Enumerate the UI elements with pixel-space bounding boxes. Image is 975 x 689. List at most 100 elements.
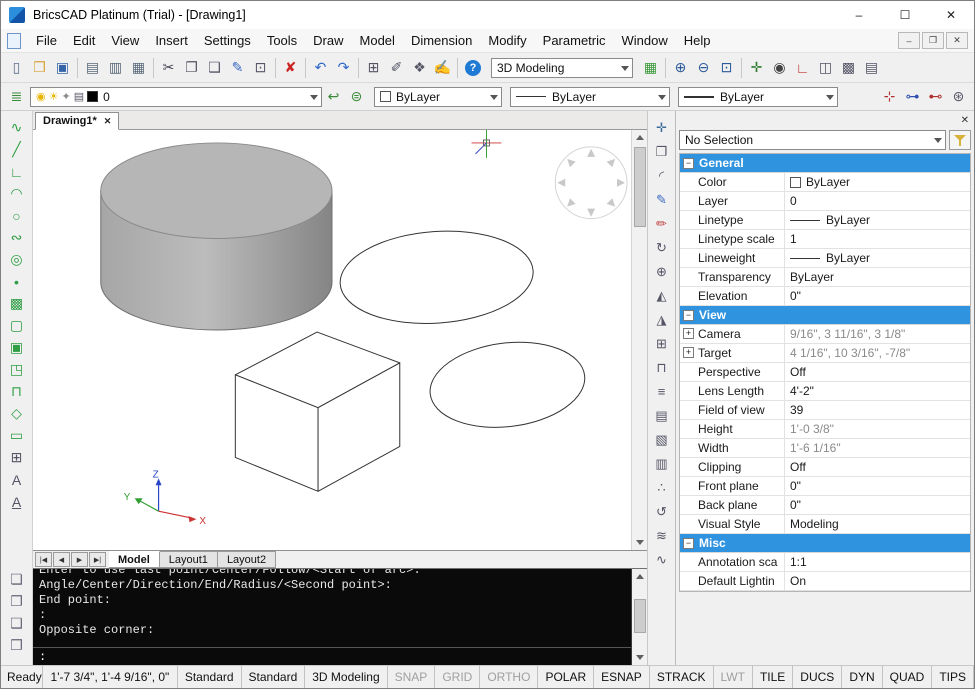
new-icon[interactable]: ▯: [5, 57, 28, 79]
property-value[interactable]: 4'-2": [785, 382, 970, 400]
menu-parametric[interactable]: Parametric: [535, 30, 614, 51]
layer-states-icon[interactable]: ⊜: [345, 86, 368, 108]
edit-red-icon[interactable]: ✏: [648, 215, 675, 232]
xref-icon[interactable]: ❖: [408, 57, 431, 79]
toggle-ortho[interactable]: ORTHO: [480, 666, 538, 688]
zoom-in-icon[interactable]: ⊕: [669, 57, 692, 79]
fillet-icon[interactable]: ◜: [648, 167, 675, 184]
canvas-scrollbar[interactable]: [631, 130, 647, 550]
toggle-ducs[interactable]: DUCS: [793, 666, 842, 688]
region-icon[interactable]: ▣: [1, 339, 32, 356]
color-combo[interactable]: ByLayer: [374, 87, 502, 107]
toggle-quad[interactable]: QUAD: [883, 666, 933, 688]
layout-nav-button-1[interactable]: ◀: [53, 552, 70, 567]
property-value[interactable]: ByLayer: [785, 173, 970, 191]
hatch-icon[interactable]: ▩: [1, 295, 32, 312]
paste-icon[interactable]: ❑: [203, 57, 226, 79]
property-value[interactable]: 39: [785, 401, 970, 419]
toggle-tips[interactable]: TIPS: [932, 666, 974, 688]
props-section-general[interactable]: −General: [680, 154, 970, 173]
line-icon[interactable]: ╱: [1, 141, 32, 158]
point-icon[interactable]: •: [1, 273, 32, 290]
status-dim-style[interactable]: Standard: [242, 666, 306, 688]
pan-icon[interactable]: ✛: [745, 57, 768, 79]
scroll-down-icon[interactable]: [632, 650, 647, 665]
view-compass[interactable]: [555, 147, 627, 219]
mirror-horizontal-icon[interactable]: ◭: [648, 287, 675, 304]
status-coordinates[interactable]: 1'-7 3/4", 1'-4 9/16", 0": [43, 666, 178, 688]
toggle-polar[interactable]: POLAR: [538, 666, 594, 688]
property-value[interactable]: ByLayer: [785, 268, 970, 286]
mdi-restore-button[interactable]: ❐: [922, 32, 944, 49]
mirror-vertical-icon[interactable]: ◮: [648, 311, 675, 328]
polygon-icon[interactable]: ◇: [1, 405, 32, 422]
scroll-thumb[interactable]: [634, 599, 646, 633]
screen-capture-icon[interactable]: ❑: [1, 615, 32, 632]
property-value[interactable]: 1: [785, 230, 970, 248]
boundary-icon[interactable]: ▢: [1, 317, 32, 334]
named-views-icon[interactable]: ◫: [814, 57, 837, 79]
command-scrollbar[interactable]: [631, 569, 647, 665]
array-icon[interactable]: ⊞: [648, 335, 675, 352]
circle-icon[interactable]: ○: [1, 207, 32, 224]
property-value[interactable]: 4 1/16", 10 3/16", -7/8": [785, 344, 970, 362]
toggle-snap[interactable]: SNAP: [388, 666, 436, 688]
property-value[interactable]: 1'-6 1/16": [785, 439, 970, 457]
set-layer-by-entity-icon[interactable]: ↩: [322, 86, 345, 108]
center-snap-icon[interactable]: ⊕: [648, 263, 675, 280]
close-button[interactable]: ✕: [928, 1, 974, 29]
property-value[interactable]: Off: [785, 363, 970, 381]
layout-nav-button-2[interactable]: ▶: [71, 552, 88, 567]
clean-screen-icon[interactable]: ❒: [1, 637, 32, 654]
minimize-button[interactable]: –: [836, 1, 882, 29]
snap-settings-icon[interactable]: ⊛: [947, 86, 970, 108]
menu-model[interactable]: Model: [352, 30, 403, 51]
toggle-dyn[interactable]: DYN: [842, 666, 882, 688]
rotate-icon[interactable]: ↻: [648, 239, 675, 256]
lineweight-combo[interactable]: ByLayer: [678, 87, 838, 107]
erase-icon[interactable]: ✘: [279, 57, 302, 79]
property-value[interactable]: ByLayer: [785, 249, 970, 267]
property-value[interactable]: 0": [785, 477, 970, 495]
snap-tracking-icon[interactable]: ⊶: [901, 86, 924, 108]
text-icon[interactable]: A: [1, 471, 32, 488]
mdi-close-button[interactable]: ✕: [946, 32, 968, 49]
scroll-up-icon[interactable]: [632, 130, 647, 145]
window-paste-icon[interactable]: ❐: [1, 593, 32, 610]
look-icon[interactable]: ◉: [768, 57, 791, 79]
filter-button[interactable]: [949, 130, 971, 150]
help-icon[interactable]: ?: [465, 60, 481, 76]
redo-icon[interactable]: ↷: [332, 57, 355, 79]
menu-window[interactable]: Window: [614, 30, 676, 51]
property-value[interactable]: 1:1: [785, 553, 970, 571]
command-input[interactable]: :: [33, 647, 631, 665]
undo-icon[interactable]: ↶: [309, 57, 332, 79]
tab-layout2[interactable]: Layout2: [218, 551, 276, 568]
toggle-grid[interactable]: GRID: [435, 666, 480, 688]
scroll-thumb[interactable]: [634, 147, 646, 227]
property-value[interactable]: 0": [785, 287, 970, 305]
publish-icon[interactable]: ▦: [127, 57, 150, 79]
box-3d-icon[interactable]: ◳: [1, 361, 32, 378]
spline-icon[interactable]: ∾: [1, 229, 32, 246]
linetype-combo[interactable]: ByLayer: [510, 87, 670, 107]
copy-entities-icon[interactable]: ❐: [648, 143, 675, 160]
polyline-icon[interactable]: ∟: [1, 163, 32, 180]
edit-blue-icon[interactable]: ✎: [648, 191, 675, 208]
polar-guide-icon[interactable]: ⊷: [924, 86, 947, 108]
move-icon[interactable]: ✛: [648, 119, 675, 136]
layout-nav-button-0[interactable]: |◀: [35, 552, 52, 567]
scroll-down-icon[interactable]: [632, 535, 647, 550]
ucs-icon[interactable]: ∟: [791, 57, 814, 79]
menu-insert[interactable]: Insert: [147, 30, 196, 51]
workspace-combo[interactable]: 3D Modeling: [491, 58, 633, 78]
tab-drawing1[interactable]: Drawing1* ✕: [35, 112, 119, 130]
toggle-tile[interactable]: TILE: [753, 666, 793, 688]
collapse-icon[interactable]: −: [683, 158, 694, 169]
hatch-edit-icon[interactable]: ▧: [648, 431, 675, 448]
menu-modify[interactable]: Modify: [480, 30, 534, 51]
menu-draw[interactable]: Draw: [305, 30, 351, 51]
property-value[interactable]: 0: [785, 192, 970, 210]
field-icon[interactable]: ✍: [431, 57, 454, 79]
toggle-esnap[interactable]: ESNAP: [594, 666, 650, 688]
